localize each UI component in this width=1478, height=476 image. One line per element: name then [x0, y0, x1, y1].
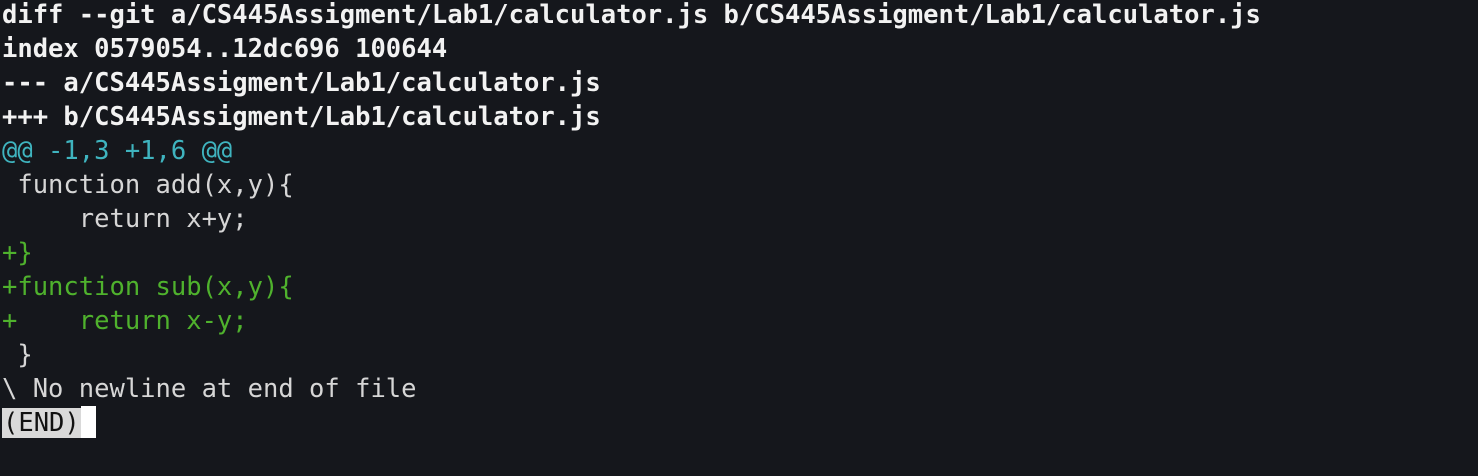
- diff-added-line: +}: [2, 238, 33, 268]
- diff-context-line: }: [2, 340, 33, 370]
- diff-context-line: function add(x,y){: [2, 170, 294, 200]
- diff-header-line: diff --git a/CS445Assigment/Lab1/calcula…: [2, 0, 1261, 30]
- terminal-window[interactable]: diff --git a/CS445Assigment/Lab1/calcula…: [0, 0, 1478, 476]
- pager-prompt-line[interactable]: (END): [0, 406, 1478, 442]
- diff-old-file-line: --- a/CS445Assigment/Lab1/calculator.js: [2, 68, 601, 98]
- no-newline-notice: \ No newline at end of file: [2, 374, 417, 404]
- pager-status: (END): [2, 408, 81, 438]
- diff-index-line: index 0579054..12dc696 100644: [2, 34, 448, 64]
- diff-context-line: return x+y;: [2, 204, 248, 234]
- diff-hunk-header: @@ -1,3 +1,6 @@: [2, 136, 233, 166]
- diff-added-line: + return x-y;: [2, 306, 248, 336]
- diff-added-line: +function sub(x,y){: [2, 272, 294, 302]
- text-cursor: [80, 406, 96, 438]
- diff-new-file-line: +++ b/CS445Assigment/Lab1/calculator.js: [2, 102, 601, 132]
